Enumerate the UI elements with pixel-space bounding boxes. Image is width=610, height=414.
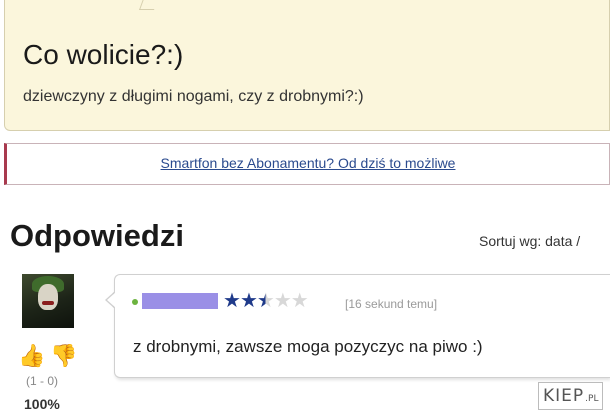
answer-timestamp: [16 sekund temu] bbox=[345, 297, 438, 311]
avatar-face bbox=[38, 284, 58, 310]
site-watermark-logo: KIEP .PL bbox=[538, 382, 604, 410]
question-notch bbox=[138, 0, 159, 10]
answers-heading: Odpowiedzi bbox=[10, 218, 184, 253]
watermark-main: KIEP bbox=[543, 386, 585, 406]
answer-arrow-inner bbox=[107, 292, 116, 308]
watermark-sub: .PL bbox=[585, 394, 599, 404]
avatar-mouth bbox=[42, 301, 54, 305]
question-box: Co wolicie?:) dziewczyny z długimi nogam… bbox=[4, 0, 610, 131]
star-icon: ★ bbox=[239, 290, 258, 312]
avatar[interactable] bbox=[22, 274, 74, 328]
star-icon: ★ bbox=[273, 290, 292, 312]
username-redacted[interactable] bbox=[142, 293, 218, 309]
question-body: dziewczyny z długimi nogami, czy z drobn… bbox=[23, 88, 364, 105]
sort-label[interactable]: Sortuj wg: data / bbox=[479, 233, 580, 249]
star-icon: ★ bbox=[290, 290, 309, 312]
rating-stars: ★★★★★ bbox=[223, 290, 309, 312]
vote-counts: (1 - 0) bbox=[26, 374, 59, 388]
vote-percent: 100% bbox=[24, 396, 60, 412]
thumbs-up-icon[interactable]: 👍 bbox=[18, 343, 45, 369]
question-title: Co wolicie?:) bbox=[23, 39, 184, 70]
answer-text: z drobnymi, zawsze moga pozyczyc na piwo… bbox=[133, 337, 483, 356]
online-status-dot bbox=[132, 299, 138, 305]
ad-link[interactable]: Smartfon bez Abonamentu? Od dziś to możl… bbox=[7, 155, 609, 171]
answer-box bbox=[114, 274, 610, 378]
star-icon: ★ bbox=[256, 290, 275, 312]
thumbs-down-icon[interactable]: 👎 bbox=[50, 343, 77, 369]
star-icon: ★ bbox=[223, 290, 241, 312]
ad-banner: Smartfon bez Abonamentu? Od dziś to możl… bbox=[4, 143, 610, 185]
